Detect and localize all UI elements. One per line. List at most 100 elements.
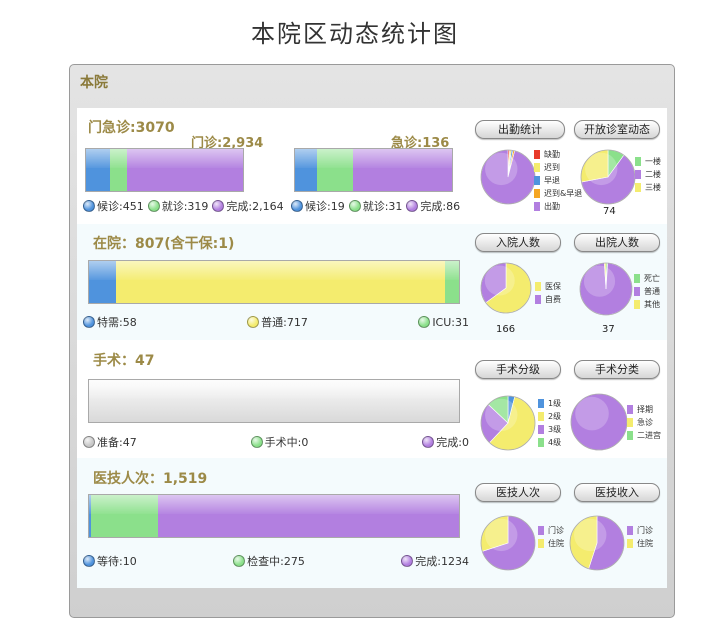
pie-legend-item: 门诊 bbox=[627, 524, 653, 537]
pie-legend-item: 出勤 bbox=[534, 200, 582, 213]
legend-dot-icon bbox=[83, 316, 95, 328]
pie-legend-swatch bbox=[535, 295, 541, 304]
legend-item: 候诊:451 bbox=[83, 198, 144, 214]
bar-segment-purple bbox=[127, 149, 243, 191]
pie-legend-swatch bbox=[538, 438, 544, 447]
pie-legend-label: 住院 bbox=[637, 539, 653, 548]
pie-legend-item: 择期 bbox=[627, 403, 661, 416]
pie-legend-label: 迟到&早退 bbox=[544, 189, 583, 198]
legend-item: 检查中:275 bbox=[233, 553, 305, 569]
surgery-category-pie-legend: 择期 急诊 二进宫 bbox=[627, 403, 661, 442]
discharges-button[interactable]: 出院人数 bbox=[574, 233, 660, 252]
legend-label: ICU:31 bbox=[432, 315, 469, 329]
attendance-pie-legend: 缺勤 迟到 早退 迟到&早退 出勤 bbox=[534, 148, 582, 213]
pie-legend-swatch bbox=[634, 300, 640, 309]
legend-dot-icon bbox=[422, 436, 435, 448]
legend-label: 准备:47 bbox=[97, 436, 137, 449]
legend-item: 手术中:0 bbox=[250, 434, 309, 450]
legend-label: 候诊:19 bbox=[305, 200, 345, 213]
medtech-status-bar bbox=[88, 494, 460, 538]
pie-legend-item: 急诊 bbox=[627, 416, 661, 429]
legend-dot-icon bbox=[83, 200, 95, 212]
pie-legend-label: 迟到 bbox=[544, 163, 560, 172]
legend-dot-icon bbox=[418, 316, 431, 328]
inpatient-status-bar bbox=[88, 260, 460, 304]
legend-item: 就诊:319 bbox=[147, 198, 209, 214]
legend-dot-icon bbox=[401, 555, 414, 567]
pie-legend-item: 住院 bbox=[627, 537, 653, 550]
legend-label: 检查中:275 bbox=[247, 555, 305, 568]
legend-dot-icon bbox=[247, 316, 260, 328]
pie-legend-item: 4级 bbox=[538, 436, 561, 449]
pie-legend-item: 一楼 bbox=[635, 155, 661, 168]
legend-label: 手术中:0 bbox=[264, 436, 309, 449]
pie-legend-item: 自费 bbox=[535, 293, 561, 306]
surgery-grade-button[interactable]: 手术分级 bbox=[475, 360, 561, 379]
pie-legend-swatch bbox=[634, 287, 640, 296]
bar-segment-blue bbox=[295, 149, 317, 191]
pie-legend-swatch bbox=[627, 539, 633, 548]
medtech-title: 医技人次：1,519 bbox=[93, 471, 208, 487]
legend-item: 完成:0 bbox=[422, 434, 469, 450]
bar-segment-green bbox=[91, 495, 159, 537]
surgery-status-bar bbox=[88, 379, 460, 423]
pie-legend-label: 门诊 bbox=[637, 526, 653, 535]
pie-legend-swatch bbox=[535, 282, 541, 291]
legend-dot-icon bbox=[233, 555, 246, 567]
legend-item: 候诊:19 bbox=[291, 198, 345, 214]
legend-label: 完成:1234 bbox=[415, 555, 469, 568]
pie-gloss bbox=[484, 265, 515, 296]
attendance-stats-button[interactable]: 出勤统计 bbox=[475, 120, 565, 139]
legend-label: 候诊:451 bbox=[97, 200, 144, 213]
pie-legend-swatch bbox=[627, 526, 633, 535]
medtech-visits-button[interactable]: 医技人次 bbox=[475, 483, 561, 502]
pie-legend-item: 其他 bbox=[634, 298, 660, 311]
bar-segment-green bbox=[444, 261, 460, 303]
campus-panel: 本院 门急诊:3070 门诊:2,934 急诊:136 候诊:451 就诊:319… bbox=[69, 64, 675, 618]
inpatient-title: 在院：807(含干保:1) bbox=[93, 236, 235, 252]
medtech-revenue-button[interactable]: 医技收入 bbox=[574, 483, 660, 502]
pie-gloss bbox=[485, 152, 518, 186]
legend-dot-icon bbox=[291, 200, 303, 212]
open-rooms-button[interactable]: 开放诊室动态 bbox=[574, 120, 660, 139]
legend-item: 普通:717 bbox=[247, 314, 308, 330]
bar-segment-blue bbox=[89, 261, 116, 303]
surgery-category-button[interactable]: 手术分类 bbox=[574, 360, 660, 379]
pie-legend-label: 4级 bbox=[548, 438, 562, 447]
pie-legend-label: 一楼 bbox=[645, 157, 661, 166]
legend-label: 等待:10 bbox=[97, 555, 137, 568]
discharges-pie bbox=[579, 262, 633, 316]
pie-legend-swatch bbox=[627, 418, 633, 427]
legend-label: 普通:717 bbox=[261, 316, 308, 329]
pie-legend-item: 二进宫 bbox=[627, 429, 661, 442]
bar-segment-green bbox=[316, 149, 353, 191]
legend-label: 完成:0 bbox=[436, 436, 469, 449]
pie-legend-item: 普通 bbox=[634, 285, 660, 298]
pie-legend-swatch bbox=[538, 399, 544, 408]
pie-gloss bbox=[585, 152, 618, 186]
admissions-count: 166 bbox=[496, 324, 516, 335]
pie-legend-item: 三楼 bbox=[635, 181, 661, 194]
pie-legend-swatch bbox=[634, 274, 640, 283]
pie-gloss bbox=[575, 396, 609, 431]
pie-legend-swatch bbox=[534, 150, 540, 159]
clinic-status-bar bbox=[85, 148, 244, 192]
medtech-visits-pie bbox=[480, 515, 536, 571]
pie-legend-label: 急诊 bbox=[637, 418, 653, 427]
legend-dot-icon bbox=[83, 555, 95, 567]
legend-dot-icon bbox=[250, 436, 263, 448]
pie-gloss bbox=[574, 518, 607, 552]
pie-gloss bbox=[583, 265, 616, 297]
admissions-button[interactable]: 入院人数 bbox=[475, 233, 561, 252]
pie-legend-swatch bbox=[534, 163, 540, 172]
legend-label: 就诊:319 bbox=[161, 200, 209, 213]
pie-legend-label: 择期 bbox=[637, 405, 653, 414]
legend-dot-icon bbox=[406, 200, 419, 212]
pie-legend-swatch bbox=[538, 526, 544, 535]
pie-legend-swatch bbox=[534, 189, 540, 198]
pie-legend-swatch bbox=[627, 405, 633, 414]
surgery-category-pie bbox=[570, 393, 628, 451]
legend-item: 完成:1234 bbox=[401, 553, 469, 569]
bar-segment-green bbox=[110, 149, 128, 191]
pie-legend-label: 1级 bbox=[548, 399, 562, 408]
